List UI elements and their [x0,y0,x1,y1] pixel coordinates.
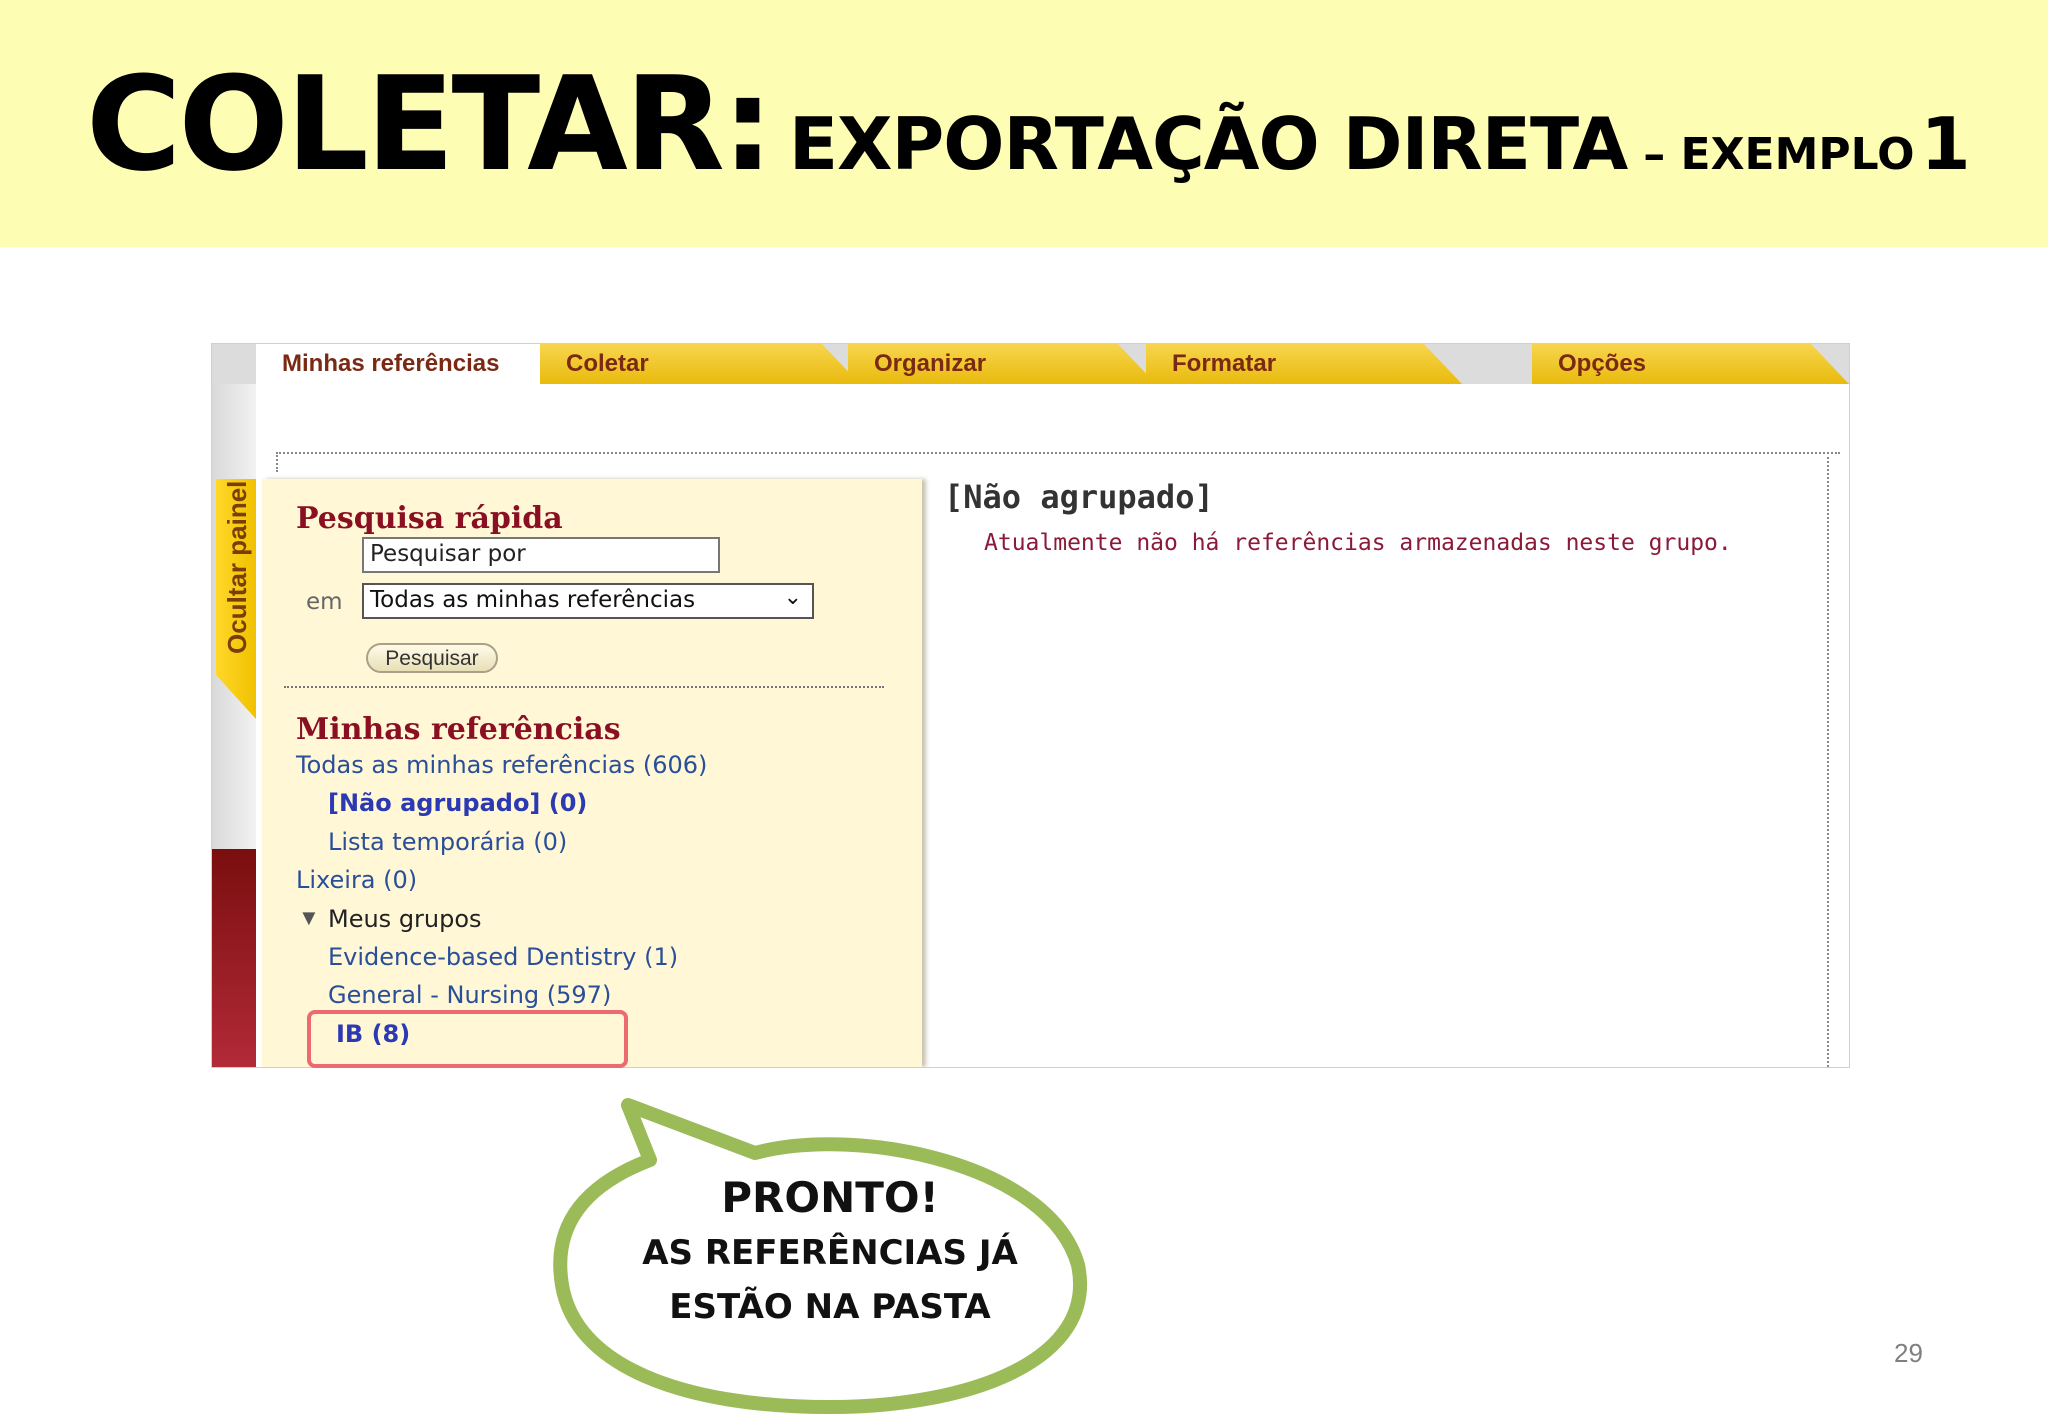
group-item[interactable]: General - Nursing (597) [328,981,611,1009]
tab-bar: Minhas referências Coletar Organizar For… [212,344,1849,384]
tab-organize[interactable]: Organizar [848,344,1156,384]
my-groups-label: Meus grupos [328,905,482,933]
search-button[interactable]: Pesquisar [366,643,498,673]
ib-group-highlight [307,1010,628,1068]
title-dash: – EXEMPLO [1643,129,1915,180]
speech-bubble-text: PRONTO! AS REFERÊNCIAS JÁ ESTÃO NA PASTA [620,1170,1040,1334]
title-main: COLETAR: [86,48,774,200]
my-references-heading: Minhas referências [296,712,621,747]
slide-title: COLETAR: EXPORTAÇÃO DIRETA – EXEMPLO1 [86,48,1971,200]
trash-link[interactable]: Lixeira (0) [296,866,417,894]
group-item[interactable]: Evidence-based Dentistry (1) [328,943,678,971]
all-references-link[interactable]: Todas as minhas referências (606) [296,751,707,779]
collapse-triangle-icon[interactable]: ▼ [298,905,320,931]
content-border-right [1827,452,1829,1067]
endnote-screenshot: Minhas referências Coletar Organizar For… [211,343,1850,1068]
main-title: [Não agrupado] [944,478,1214,516]
content-border-top [276,452,1840,454]
callout-line-1: PRONTO! [721,1173,939,1222]
quick-search-heading: Pesquisa rápida [296,501,563,536]
tab-collect[interactable]: Coletar [540,344,860,384]
search-scope-select[interactable]: Todas as minhas referências ⌄ [362,583,814,619]
chevron-down-icon: ⌄ [783,585,802,610]
title-number: 1 [1920,102,1971,186]
sidebar-accent [212,849,256,1067]
title-sub: EXPORTAÇÃO DIRETA [788,102,1628,186]
tab-format[interactable]: Formatar [1146,344,1462,384]
search-scope-value: Todas as minhas referências [370,587,696,613]
panel-divider [284,686,884,688]
tab-my-references[interactable]: Minhas referências [256,344,566,384]
callout-line-3: ESTÃO NA PASTA [669,1287,991,1327]
unfiled-link[interactable]: [Não agrupado] (0) [328,789,587,817]
quick-list-link[interactable]: Lista temporária (0) [328,828,567,856]
callout-line-2: AS REFERÊNCIAS JÁ [642,1233,1018,1273]
hide-panel-label: Ocultar painel [222,480,252,654]
left-panel: Pesquisa rápida Pesquisar por em Todas a… [262,479,922,1067]
search-scope-label: em [306,589,343,615]
tab-options[interactable]: Opções [1532,344,1849,384]
empty-group-message: Atualmente não há referências armazenada… [984,530,1732,556]
page-number: 29 [1894,1338,1923,1368]
search-input[interactable]: Pesquisar por [362,537,720,573]
content-border-left [276,452,278,472]
